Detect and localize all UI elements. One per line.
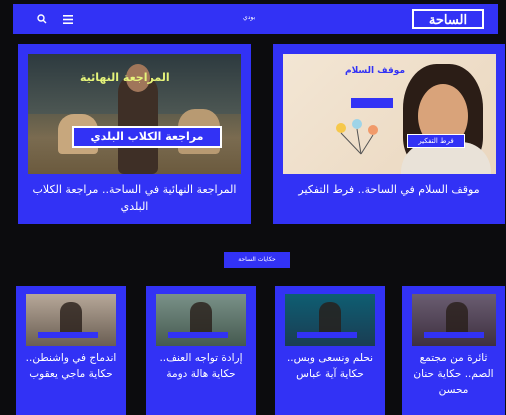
story-card[interactable]: إرادة تواجه العنف.. حكاية هالة دومة	[146, 286, 256, 415]
feature-title[interactable]: موقف السلام في الساحة.. فرط التفكير	[281, 181, 497, 198]
lightbulb-icons	[336, 119, 378, 155]
image-badge: موقف السلام	[345, 66, 406, 76]
thumbnail-label	[38, 332, 98, 338]
story-thumbnail[interactable]	[412, 294, 496, 346]
story-title[interactable]: اندماج في واشنطن.. حكاية ماجي يعقوب	[22, 350, 120, 382]
story-card[interactable]: ثائرة من مجتمع الصم.. حكاية حنان محسن	[402, 286, 505, 415]
thumbnail-label	[424, 332, 484, 338]
feature-card-overthinking[interactable]: موقف السلام فرط التفكير موقف السلام في ا…	[273, 44, 505, 224]
image-badge: المراجعة النهائية	[80, 71, 170, 84]
story-thumbnail[interactable]	[156, 294, 246, 346]
story-title[interactable]: ثائرة من مجتمع الصم.. حكاية حنان محسن	[408, 350, 499, 398]
story-card[interactable]: نحلم ونسعى وبس.. حكاية آية عباس	[275, 286, 385, 415]
image-caption: مراجعة الكلاب البلدي	[72, 126, 222, 148]
site-logo[interactable]: الساحة	[412, 9, 484, 29]
feature-image[interactable]: المراجعة النهائية مراجعة الكلاب البلدي	[28, 54, 241, 174]
story-title[interactable]: نحلم ونسعى وبس.. حكاية آية عباس	[281, 350, 379, 382]
live-link[interactable]: بودي	[243, 14, 255, 21]
search-icon[interactable]	[35, 12, 49, 26]
thumbnail-label	[168, 332, 228, 338]
image-caption: فرط التفكير	[407, 134, 465, 148]
feature-image[interactable]: موقف السلام فرط التفكير	[283, 54, 496, 174]
feature-card-dogs-review[interactable]: المراجعة النهائية مراجعة الكلاب البلدي ا…	[18, 44, 251, 224]
header-icons	[35, 12, 75, 26]
story-thumbnail[interactable]	[285, 294, 375, 346]
feature-title[interactable]: المراجعة النهائية في الساحة.. مراجعة الك…	[26, 181, 243, 215]
story-title[interactable]: إرادة تواجه العنف.. حكاية هالة دومة	[152, 350, 250, 382]
menu-icon[interactable]	[61, 12, 75, 26]
top-navigation-bar: بودي الساحة	[13, 4, 498, 34]
image-strip	[351, 98, 393, 108]
page: بودي الساحة المراجعة النهائية مراجعة الك…	[0, 0, 506, 415]
story-thumbnail[interactable]	[26, 294, 116, 346]
section-tag[interactable]: حكايات الساحة	[224, 252, 290, 268]
thumbnail-label	[297, 332, 357, 338]
story-card[interactable]: اندماج في واشنطن.. حكاية ماجي يعقوب	[16, 286, 126, 415]
